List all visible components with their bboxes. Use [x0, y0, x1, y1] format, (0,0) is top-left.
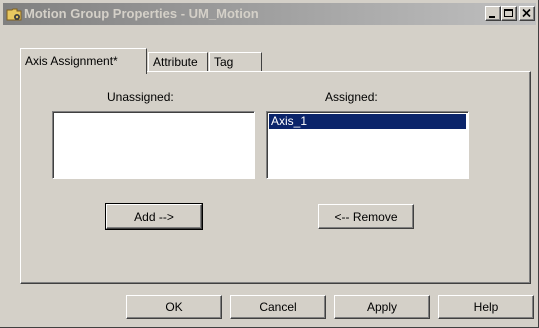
remove-button[interactable]: <-- Remove [318, 204, 414, 229]
remove-button-label: <-- Remove [334, 209, 398, 224]
add-button[interactable]: Add --> [105, 203, 203, 230]
cancel-button-label: Cancel [259, 300, 297, 314]
tab-axis-assignment[interactable]: Axis Assignment* [20, 48, 147, 74]
motion-group-properties-dialog: Motion Group Properties - UM_Motion Axis… [0, 0, 539, 328]
list-item-axis-1[interactable]: Axis_1 [269, 114, 466, 129]
assigned-label: Assigned: [325, 90, 378, 104]
window-title: Motion Group Properties - UM_Motion [24, 6, 259, 21]
add-button-label: Add --> [134, 209, 174, 224]
cancel-button[interactable]: Cancel [230, 295, 326, 319]
title-bar[interactable]: Motion Group Properties - UM_Motion [3, 3, 536, 25]
apply-button-label: Apply [366, 300, 398, 314]
tab-attribute[interactable]: Attribute [148, 52, 208, 72]
maximize-button[interactable] [501, 6, 517, 21]
unassigned-listbox[interactable] [52, 111, 255, 179]
folder-gear-icon [6, 6, 22, 22]
unassigned-label: Unassigned: [107, 90, 174, 104]
maximize-icon [504, 9, 513, 17]
minimize-icon [489, 16, 495, 18]
ok-button[interactable]: OK [126, 295, 222, 319]
help-button[interactable]: Help [438, 295, 534, 319]
ok-button-label: OK [165, 300, 183, 314]
minimize-button[interactable] [485, 6, 501, 21]
apply-button[interactable]: Apply [334, 295, 430, 319]
close-icon [522, 8, 531, 18]
help-button-label: Help [473, 300, 499, 314]
close-button[interactable] [519, 6, 535, 21]
tab-tag[interactable]: Tag [209, 52, 262, 72]
assigned-listbox[interactable]: Axis_1 [266, 111, 469, 179]
